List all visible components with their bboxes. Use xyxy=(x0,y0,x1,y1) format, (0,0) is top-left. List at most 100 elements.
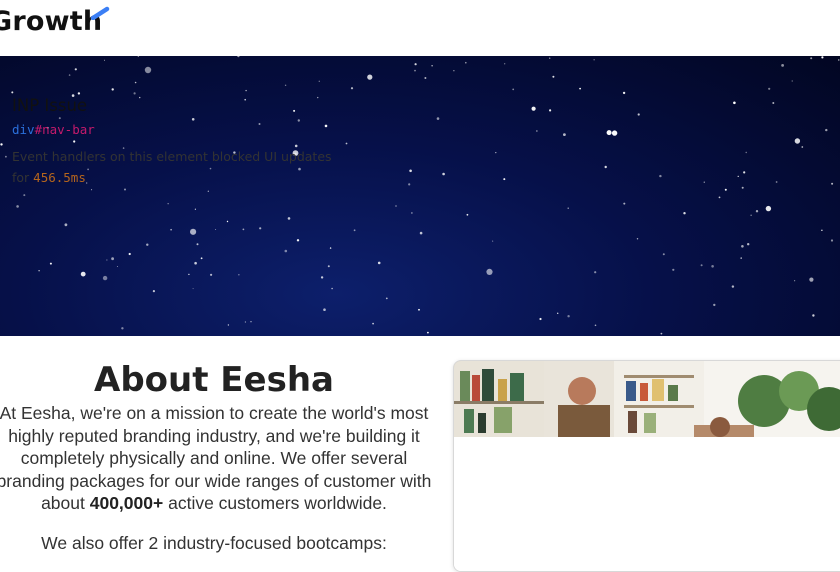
star xyxy=(486,268,493,275)
star xyxy=(812,314,815,317)
star xyxy=(188,273,190,276)
star xyxy=(38,270,40,272)
star xyxy=(741,245,744,248)
star xyxy=(442,172,445,176)
star xyxy=(552,75,555,78)
star xyxy=(139,96,141,99)
selector-id: #nav-bar xyxy=(34,122,95,137)
star xyxy=(144,66,152,74)
star xyxy=(453,70,455,72)
star xyxy=(718,196,721,199)
star xyxy=(563,133,566,136)
star xyxy=(111,88,114,91)
logo-text[interactable]: Growth xyxy=(0,6,102,37)
bootcamps-paragraph: We also offer 2 industry-focused bootcam… xyxy=(41,533,387,553)
star xyxy=(611,130,618,136)
star xyxy=(683,212,686,215)
site-header: Growth xyxy=(0,0,840,56)
star xyxy=(765,205,772,212)
star xyxy=(323,308,326,311)
star xyxy=(16,205,19,208)
card-title: INP Issue xyxy=(12,96,88,115)
star xyxy=(167,203,169,205)
star xyxy=(353,229,356,232)
star xyxy=(242,228,245,231)
customer-count: 400,000+ xyxy=(89,493,164,513)
star xyxy=(287,217,291,220)
starfield-image xyxy=(0,56,840,335)
star xyxy=(207,190,209,192)
star xyxy=(794,280,796,282)
star xyxy=(549,57,551,59)
star xyxy=(791,80,793,82)
star xyxy=(58,117,61,120)
star xyxy=(809,277,814,282)
star xyxy=(830,239,834,242)
star xyxy=(750,214,752,216)
star xyxy=(91,189,93,191)
star xyxy=(821,229,823,231)
star xyxy=(350,87,354,90)
star xyxy=(215,229,217,230)
star xyxy=(11,91,14,94)
about-paragraph-end: active customers worldwide. xyxy=(168,493,387,513)
star xyxy=(781,64,784,67)
star xyxy=(772,102,775,104)
star xyxy=(210,273,213,276)
star xyxy=(745,151,747,154)
star xyxy=(700,264,703,267)
star xyxy=(821,56,824,59)
star xyxy=(724,188,727,191)
star xyxy=(372,322,374,325)
star xyxy=(367,74,373,80)
star xyxy=(419,231,423,235)
star xyxy=(741,186,744,189)
star xyxy=(226,220,229,223)
star xyxy=(244,321,246,323)
star xyxy=(227,324,230,326)
star xyxy=(259,227,262,230)
star xyxy=(557,312,559,314)
star xyxy=(194,208,196,210)
star xyxy=(385,297,388,300)
star xyxy=(77,92,81,95)
star xyxy=(317,96,319,99)
star xyxy=(238,274,240,276)
star xyxy=(672,268,675,271)
star xyxy=(810,57,813,60)
star xyxy=(747,243,750,246)
star xyxy=(73,140,76,143)
star xyxy=(190,228,197,235)
star xyxy=(331,287,333,290)
star xyxy=(318,80,320,82)
star xyxy=(245,89,247,92)
star xyxy=(831,182,834,185)
star xyxy=(495,152,497,154)
card-description: Event handlers on this element blocked U… xyxy=(12,146,352,188)
inp-issue-card[interactable] xyxy=(453,360,840,572)
star xyxy=(250,321,252,323)
star xyxy=(320,276,324,279)
star xyxy=(637,113,640,116)
star xyxy=(106,259,108,261)
star xyxy=(604,165,607,169)
star xyxy=(503,178,506,181)
star xyxy=(662,253,665,256)
star xyxy=(124,188,126,191)
star xyxy=(740,257,742,259)
star xyxy=(636,238,639,240)
star xyxy=(594,324,597,327)
star xyxy=(395,205,397,207)
star xyxy=(504,63,506,65)
star xyxy=(237,56,240,58)
star xyxy=(436,117,440,120)
element-selector: div#nav-bar xyxy=(12,122,95,137)
star xyxy=(293,109,296,112)
star xyxy=(324,124,328,128)
star xyxy=(660,332,663,335)
star xyxy=(703,181,705,183)
star xyxy=(64,223,68,227)
star xyxy=(567,207,569,209)
card-body xyxy=(454,437,840,571)
star xyxy=(329,247,332,249)
